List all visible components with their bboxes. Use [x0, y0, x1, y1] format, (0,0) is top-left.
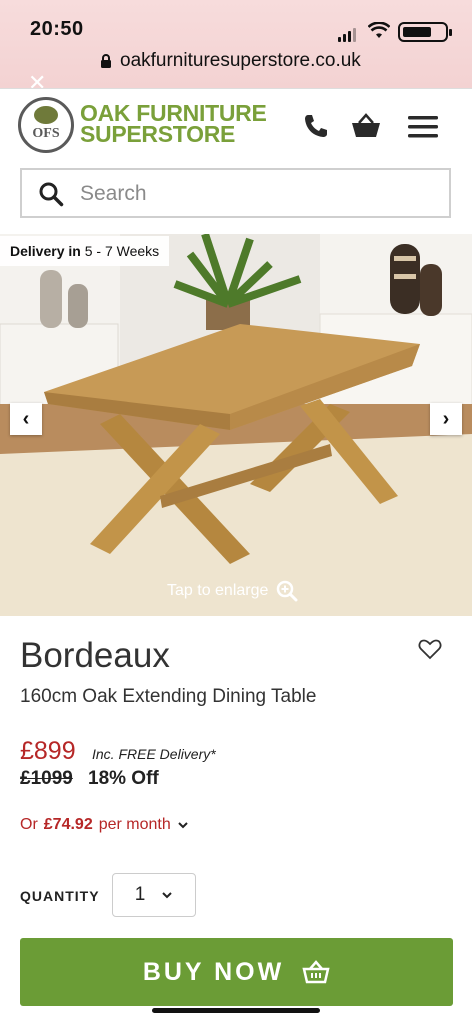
delivery-badge: Delivery in 5 - 7 Weeks: [0, 236, 170, 266]
url-text: oakfurnituresuperstore.co.uk: [120, 50, 361, 71]
product-image[interactable]: [0, 234, 472, 616]
search-box[interactable]: [20, 168, 451, 218]
logo-emblem[interactable]: OFS: [18, 97, 74, 153]
tap-to-enlarge[interactable]: Tap to enlarge: [167, 580, 298, 602]
finance-amount: £74.92: [43, 816, 93, 833]
phone-icon[interactable]: [302, 112, 330, 140]
address-bar[interactable]: oakfurnituresuperstore.co.uk: [100, 50, 361, 72]
discount-label: 18% Off: [88, 768, 159, 789]
status-time: 20:50: [30, 18, 84, 40]
logo-line-2: SUPERSTORE: [80, 121, 236, 147]
free-delivery-note: Inc. FREE Delivery*: [92, 746, 216, 762]
was-price: £1099: [20, 768, 73, 789]
search-icon: [39, 182, 64, 207]
menu-icon[interactable]: [408, 116, 438, 138]
finance-suffix: per month: [98, 816, 171, 833]
enlarge-text: Tap to enlarge: [167, 582, 269, 599]
lock-icon: [101, 53, 111, 68]
product-title: Bordeaux: [20, 636, 170, 675]
buy-now-button[interactable]: BUY NOW: [20, 938, 453, 1006]
finance-dropdown[interactable]: Or £74.92 per month: [20, 816, 189, 834]
logo-text[interactable]: OAK FURNITURE SUPERSTORE: [80, 102, 267, 147]
heart-icon[interactable]: [418, 638, 442, 660]
wifi-icon: [368, 22, 390, 38]
delivery-value: 5 - 7 Weeks: [84, 243, 160, 259]
search-input[interactable]: [78, 178, 422, 210]
product-subtitle: 160cm Oak Extending Dining Table: [20, 686, 317, 707]
quantity-select[interactable]: 1: [112, 873, 196, 917]
chevron-down-icon: [178, 822, 188, 829]
buy-now-label: BUY NOW: [142, 957, 285, 986]
gallery-prev-button[interactable]: ‹: [10, 403, 42, 435]
status-bar: 20:50 oakfurnituresuperstore.co.uk ✕: [0, 0, 472, 95]
delivery-label: Delivery in: [10, 243, 81, 259]
signal-icon: [338, 28, 356, 42]
quantity-value: 1: [134, 884, 146, 905]
chevron-down-icon: [162, 892, 172, 899]
finance-prefix: Or: [20, 816, 38, 833]
basket-icon[interactable]: [350, 112, 382, 140]
product-price: £899: [20, 737, 76, 765]
zoom-in-icon: [277, 580, 298, 602]
gallery-next-button[interactable]: ›: [430, 403, 462, 435]
quantity-label: QUANTITY: [20, 888, 100, 904]
tree-icon: [34, 106, 58, 124]
logo-mark: OFS: [32, 126, 60, 141]
home-indicator: [152, 1008, 320, 1013]
product-photo: [0, 234, 472, 616]
battery-icon: [398, 22, 452, 42]
basket-icon: [302, 960, 330, 984]
